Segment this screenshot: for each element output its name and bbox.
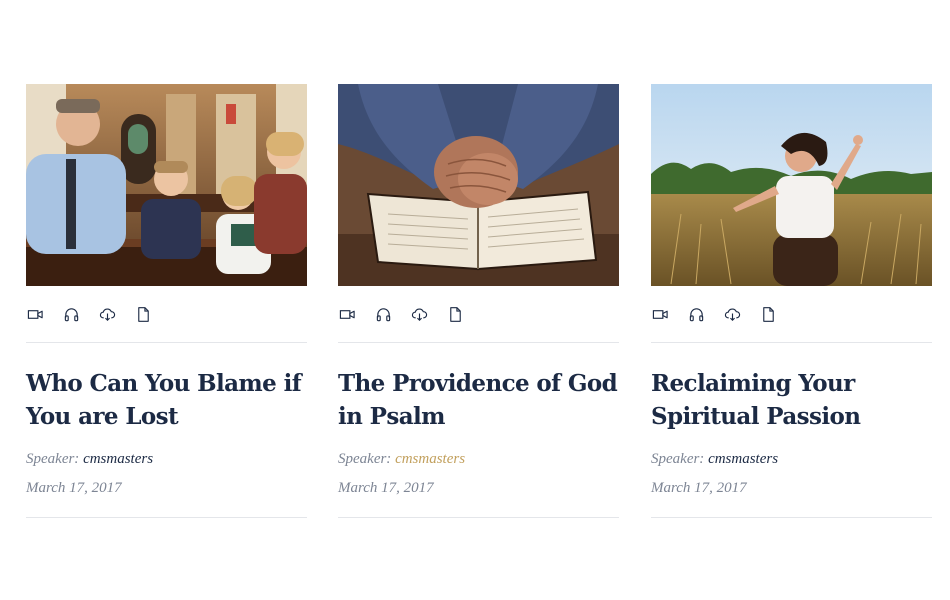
sermon-title[interactable]: Who Can You Blame if You are Lost [26, 367, 307, 433]
video-icon[interactable] [26, 305, 44, 323]
download-cloud-icon[interactable] [410, 305, 428, 323]
card-divider [651, 517, 932, 518]
speaker-name-link[interactable]: cmsmasters [395, 451, 465, 467]
speaker-line: Speaker: cmsmasters [651, 450, 932, 468]
video-icon[interactable] [338, 305, 356, 323]
speaker-label: Speaker: [651, 451, 705, 467]
sermon-title[interactable]: The Providence of God in Psalm [338, 367, 619, 433]
video-icon[interactable] [651, 305, 669, 323]
sermon-card: Who Can You Blame if You are Lost Speake… [26, 84, 307, 518]
document-icon[interactable] [446, 305, 464, 323]
media-icons [651, 286, 932, 343]
download-cloud-icon[interactable] [98, 305, 116, 323]
document-icon[interactable] [134, 305, 152, 323]
headphones-icon[interactable] [687, 305, 705, 323]
sermon-date: March 17, 2017 [651, 480, 747, 496]
church-family-photo[interactable] [26, 84, 307, 286]
speaker-label: Speaker: [26, 451, 80, 467]
headphones-icon[interactable] [374, 305, 392, 323]
download-cloud-icon[interactable] [723, 305, 741, 323]
speaker-line: Speaker: cmsmasters [26, 450, 307, 468]
sermon-date: March 17, 2017 [338, 480, 434, 496]
speaker-label: Speaker: [338, 451, 392, 467]
woman-field-photo[interactable] [651, 84, 932, 286]
media-icons [338, 286, 619, 343]
speaker-name-link[interactable]: cmsmasters [83, 451, 153, 467]
sermon-title[interactable]: Reclaiming Your Spiritual Passion [651, 367, 932, 433]
speaker-line: Speaker: cmsmasters [338, 450, 619, 468]
card-divider [338, 517, 619, 518]
sermons-grid: Who Can You Blame if You are Lost Speake… [0, 0, 950, 600]
speaker-name-link[interactable]: cmsmasters [708, 451, 778, 467]
sermon-card: Reclaiming Your Spiritual Passion Speake… [651, 84, 932, 518]
card-divider [26, 517, 307, 518]
sermon-date: March 17, 2017 [26, 480, 122, 496]
document-icon[interactable] [759, 305, 777, 323]
sermon-card: The Providence of God in Psalm Speaker: … [338, 84, 619, 518]
headphones-icon[interactable] [62, 305, 80, 323]
praying-hands-bible-photo[interactable] [338, 84, 619, 286]
media-icons [26, 286, 307, 343]
